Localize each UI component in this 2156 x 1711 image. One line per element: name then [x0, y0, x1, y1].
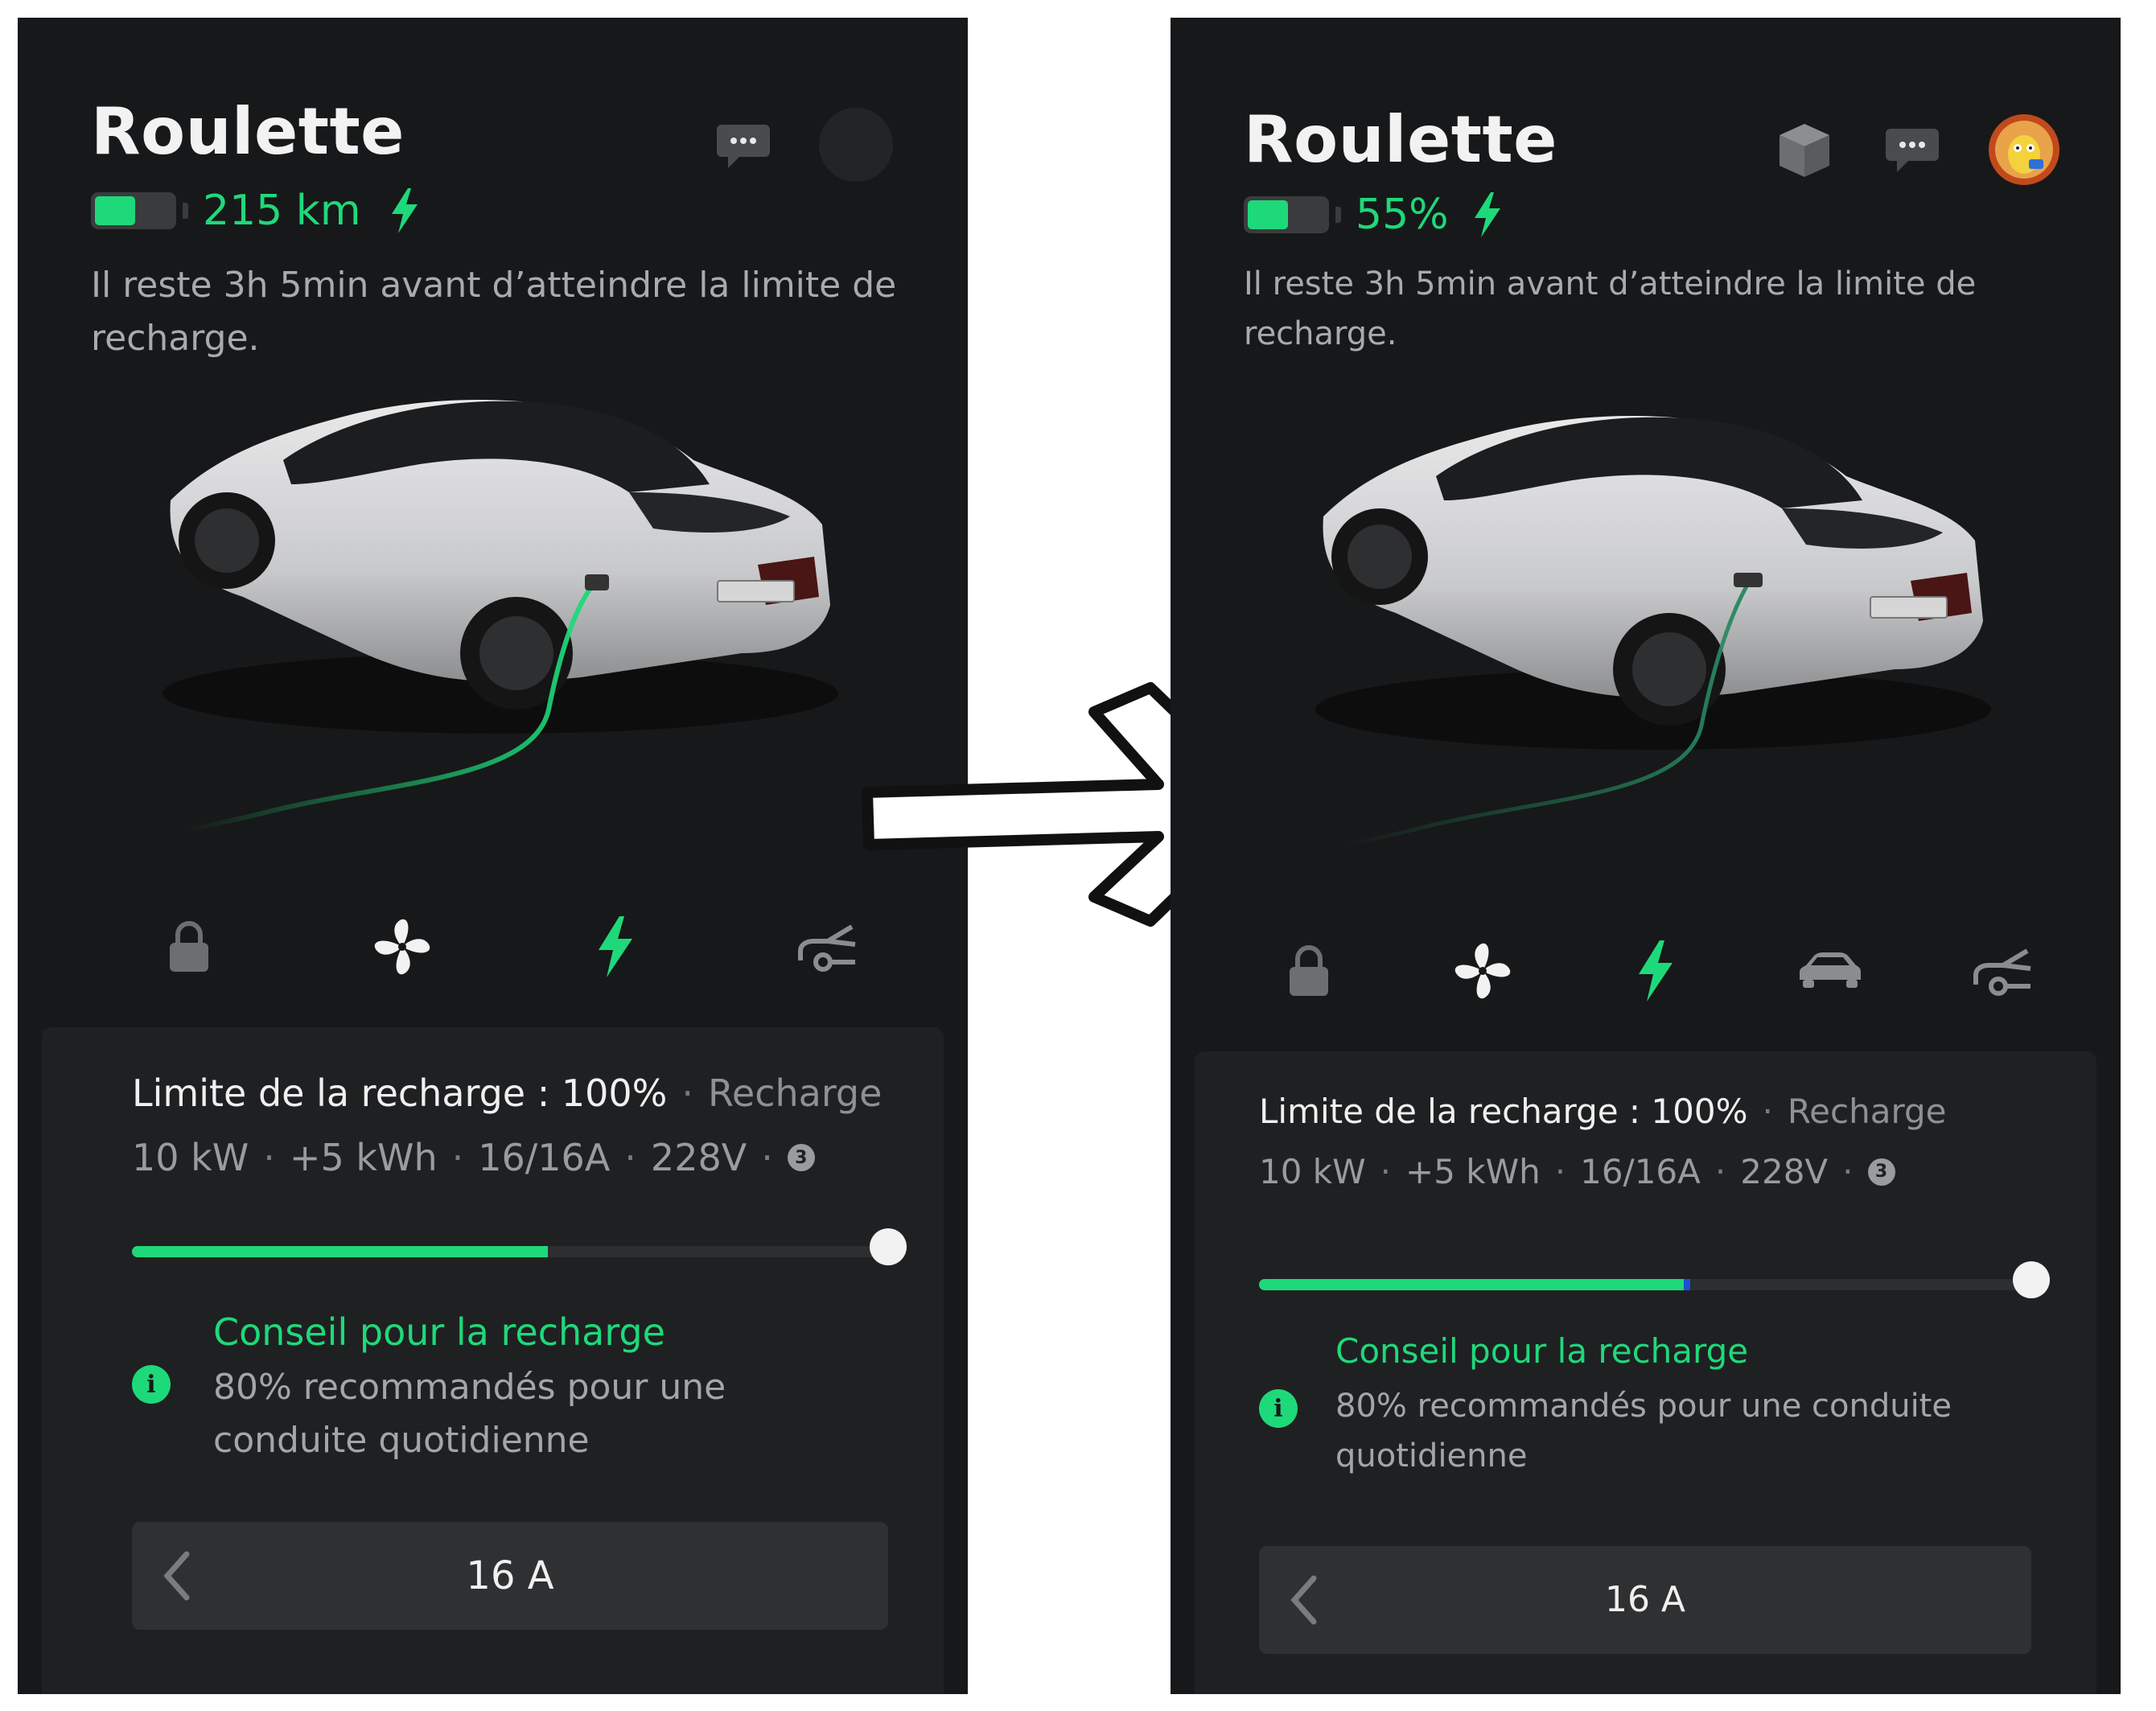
- info-icon: i: [132, 1365, 171, 1404]
- info-icon: i: [1259, 1389, 1298, 1428]
- charge-info-text: Il reste 3h 5min avant d’atteindre la li…: [1244, 265, 1977, 352]
- stat-current: 16/16A: [478, 1136, 611, 1179]
- chat-icon[interactable]: [711, 114, 776, 179]
- charge-status-label: Recharge: [708, 1071, 883, 1115]
- fan-icon[interactable]: [1438, 927, 1527, 1015]
- slider-progress: [1259, 1279, 1690, 1290]
- stat-power: 10 kW: [132, 1136, 249, 1179]
- charge-status-row: 215 km: [91, 183, 421, 239]
- charging-bolt-icon: [389, 188, 421, 233]
- lock-icon[interactable]: [145, 903, 233, 991]
- charge-limit-slider[interactable]: [1259, 1261, 2050, 1298]
- battery-icon: [91, 192, 176, 229]
- charging-bolt-icon: [1471, 192, 1504, 237]
- phases-badge: 3: [1867, 1158, 1895, 1186]
- slider-knob[interactable]: [2013, 1261, 2050, 1298]
- car-image: [18, 364, 968, 862]
- charge-bolt-icon[interactable]: [1611, 927, 1700, 1015]
- charge-stats: 10 kW · +5 kWh · 16/16A · 228V · 3: [1259, 1152, 1895, 1191]
- charge-bolt-icon[interactable]: [571, 903, 660, 991]
- amperage-selector[interactable]: 16 A: [1259, 1546, 2031, 1654]
- charge-info-text: Il reste 3h 5min avant d’atteindre la li…: [91, 265, 897, 359]
- charge-status-row: 55%: [1244, 187, 1504, 243]
- avatar-placeholder[interactable]: [819, 108, 893, 182]
- lock-icon[interactable]: [1265, 927, 1353, 1015]
- charge-limit-label: Limite de la recharge : 100%: [132, 1071, 668, 1115]
- slider-knob[interactable]: [870, 1228, 907, 1265]
- stat-power: 10 kW: [1259, 1152, 1366, 1191]
- stat-voltage: 228V: [650, 1136, 747, 1179]
- cube-icon[interactable]: [1772, 114, 1837, 187]
- car-icon[interactable]: [1786, 927, 1874, 1015]
- charge-status-label: Recharge: [1787, 1092, 1947, 1131]
- tip-body: 80% recommandés pour une conduite quotid…: [213, 1367, 726, 1461]
- charge-limit-label: Limite de la recharge : 100%: [1259, 1092, 1748, 1131]
- quick-controls: [1171, 927, 2121, 1015]
- charge-limit-line[interactable]: Limite de la recharge : 100% · Recharge: [1259, 1092, 1947, 1131]
- chat-icon[interactable]: [1880, 118, 1944, 183]
- charge-card: Limite de la recharge : 100% · Recharge 10…: [42, 1027, 944, 1694]
- battery-percent: 55%: [1356, 191, 1449, 239]
- car-image: [1171, 380, 2121, 878]
- tip-body: 80% recommandés pour une conduite quotid…: [1335, 1388, 1952, 1475]
- battery-icon: [1244, 196, 1329, 233]
- tip-title: Conseil pour la recharge: [1335, 1331, 1749, 1371]
- stat-current: 16/16A: [1580, 1152, 1701, 1191]
- amperage-selector[interactable]: 16 A: [132, 1522, 888, 1630]
- amperage-value: 16 A: [466, 1553, 554, 1598]
- slider-progress: [132, 1246, 548, 1257]
- amperage-value: 16 A: [1604, 1579, 1686, 1620]
- fan-icon[interactable]: [358, 903, 446, 991]
- stat-energy: +5 kWh: [1405, 1152, 1541, 1191]
- stat-voltage: 228V: [1740, 1152, 1829, 1191]
- app-screen-after: Roulette 55% Il reste 3h 5min avant d’at…: [1171, 18, 2121, 1694]
- tip-title: Conseil pour la recharge: [213, 1310, 665, 1354]
- range-text: 215 km: [203, 187, 361, 235]
- charge-limit-slider[interactable]: [132, 1228, 907, 1265]
- stat-energy: +5 kWh: [289, 1136, 438, 1179]
- trunk-icon[interactable]: [1959, 927, 2047, 1015]
- car-name: Roulette: [1244, 102, 1557, 177]
- app-screen-before: Roulette 215 km Il reste 3h 5min avant d…: [18, 18, 968, 1694]
- charge-card: Limite de la recharge : 100% · Recharge 10…: [1195, 1051, 2096, 1694]
- charge-stats: 10 kW · +5 kWh · 16/16A · 228V · 3: [132, 1136, 815, 1179]
- avatar[interactable]: [1987, 113, 2061, 187]
- car-name: Roulette: [91, 94, 405, 169]
- phases-badge: 3: [787, 1144, 815, 1171]
- quick-controls: [18, 903, 968, 991]
- charge-limit-line[interactable]: Limite de la recharge : 100% · Recharge: [132, 1071, 882, 1115]
